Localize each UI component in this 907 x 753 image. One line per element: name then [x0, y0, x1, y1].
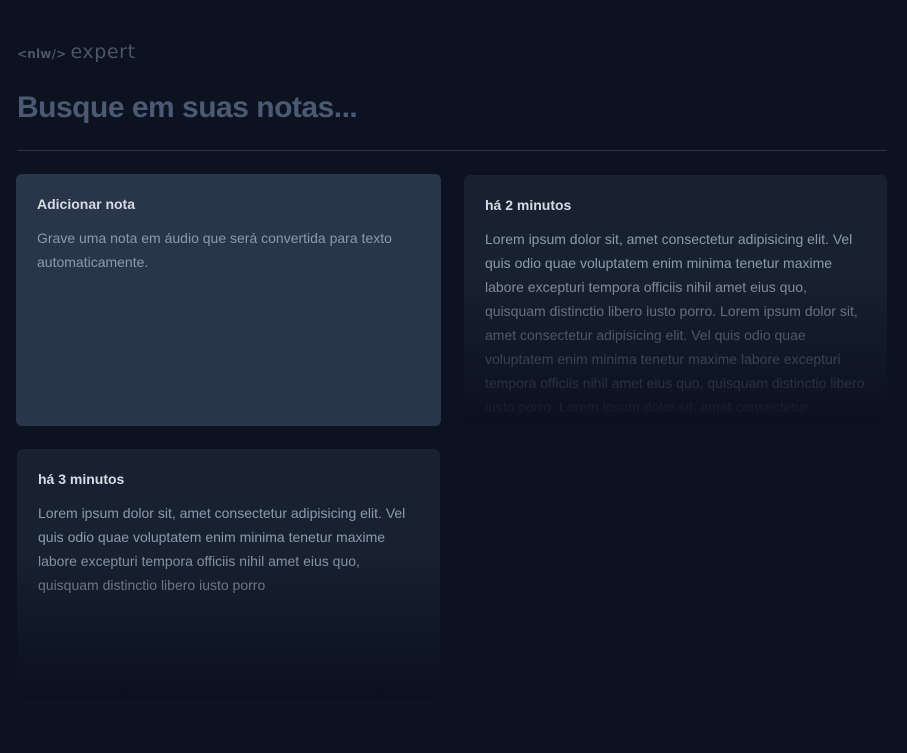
note-time: há 2 minutos — [485, 197, 572, 213]
note-card[interactable]: há 3 minutos Lorem ipsum dolor sit, amet… — [17, 449, 440, 699]
logo-prefix: <nlw/> — [17, 47, 67, 61]
add-note-description: Grave uma nota em áudio que será convert… — [37, 230, 392, 270]
note-time: há 3 minutos — [38, 471, 125, 487]
note-content: Lorem ipsum dolor sit, amet consectetur … — [38, 505, 406, 593]
note-card[interactable]: há 2 minutos Lorem ipsum dolor sit, amet… — [464, 175, 887, 425]
add-note-title: Adicionar nota — [37, 196, 136, 212]
note-content: Lorem ipsum dolor sit, amet consectetur … — [485, 231, 865, 425]
app-logo: <nlw/> expert — [17, 41, 136, 63]
divider — [17, 150, 887, 151]
search-input[interactable] — [17, 86, 887, 130]
add-note-card[interactable]: Adicionar nota Grave uma nota em áudio q… — [16, 174, 441, 426]
logo-name: expert — [70, 41, 136, 63]
